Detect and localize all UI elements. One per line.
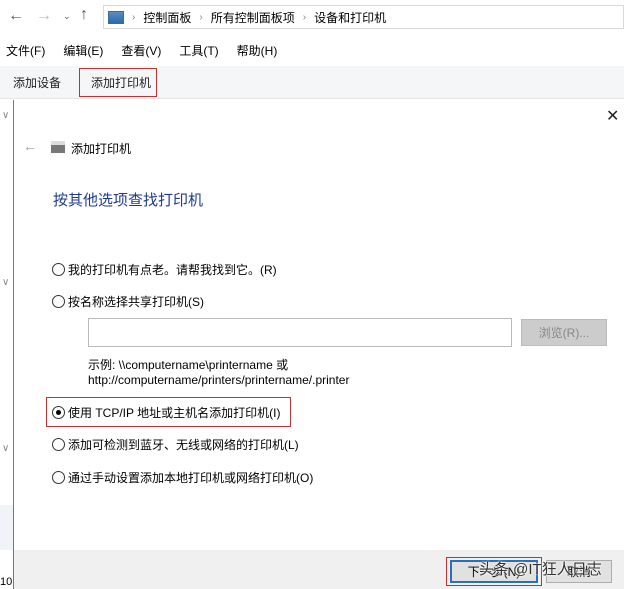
breadcrumb-separator-icon: › xyxy=(302,11,307,23)
menu-tools[interactable]: 工具(T) xyxy=(179,42,218,59)
dialog-title: 添加打印机 xyxy=(71,142,132,156)
back-icon[interactable]: ← xyxy=(8,7,24,25)
menu-file[interactable]: 文件(F) xyxy=(6,42,45,59)
add-printer-dialog: ✕ ← 添加打印机 按其他选项查找打印机 我的打印机有点老。请帮我找到它。(R)… xyxy=(13,100,624,589)
shared-printer-input[interactable] xyxy=(88,318,512,347)
radio[interactable] xyxy=(52,295,65,308)
close-icon[interactable]: ✕ xyxy=(606,106,619,126)
browse-button[interactable]: 浏览(R)... xyxy=(521,319,607,346)
address-bar[interactable]: › 控制面板 › 所有控制面板项 › 设备和打印机 xyxy=(103,5,624,29)
menu-edit[interactable]: 编辑(E) xyxy=(63,42,103,59)
back-icon[interactable]: ← xyxy=(23,138,37,154)
option-label: 添加可检测到蓝牙、无线或网络的打印机(L) xyxy=(68,438,299,452)
breadcrumb-item[interactable]: 所有控制面板项 xyxy=(211,9,295,26)
radio[interactable] xyxy=(52,263,65,276)
chevron-down-icon: ∨ xyxy=(2,277,10,288)
radio-selected[interactable] xyxy=(52,406,65,419)
up-icon[interactable]: ↑ xyxy=(80,6,88,24)
menu-bar: 文件(F) 编辑(E) 查看(V) 工具(T) 帮助(H) xyxy=(6,42,277,59)
page-heading: 按其他选项查找打印机 xyxy=(53,192,204,209)
option-tcp-ip[interactable]: 使用 TCP/IP 地址或主机名添加打印机(I) xyxy=(52,404,280,421)
example-text: http://computername/printers/printername… xyxy=(88,373,350,387)
option-shared-by-name[interactable]: 按名称选择共享打印机(S) xyxy=(52,293,204,310)
menu-help[interactable]: 帮助(H) xyxy=(237,42,278,59)
control-panel-icon xyxy=(108,10,124,24)
add-device-button[interactable]: 添加设备 xyxy=(13,74,61,91)
chevron-down-icon: ∨ xyxy=(2,110,10,121)
chevron-down-icon: ∨ xyxy=(2,443,10,454)
dialog-footer: 下一步(N) 取消 头条 @IT狂人日志 xyxy=(14,550,624,589)
breadcrumb-item[interactable]: 设备和打印机 xyxy=(314,9,386,26)
option-label: 使用 TCP/IP 地址或主机名添加打印机(I) xyxy=(68,406,281,420)
menu-view[interactable]: 查看(V) xyxy=(121,42,161,59)
forward-icon[interactable]: → xyxy=(36,7,52,25)
printer-icon xyxy=(51,141,65,153)
option-label: 通过手动设置添加本地打印机或网络打印机(O) xyxy=(68,471,314,485)
details-pane xyxy=(0,505,13,550)
option-bluetooth-wireless[interactable]: 添加可检测到蓝牙、无线或网络的打印机(L) xyxy=(52,436,299,453)
recent-dropdown-icon[interactable]: ⌄ xyxy=(63,11,71,22)
breadcrumb-item[interactable]: 控制面板 xyxy=(143,9,191,26)
watermark: 头条 @IT狂人日志 xyxy=(479,561,602,578)
option-old-printer[interactable]: 我的打印机有点老。请帮我找到它。(R) xyxy=(52,261,277,278)
radio[interactable] xyxy=(52,438,65,451)
breadcrumb-separator-icon: › xyxy=(132,11,136,23)
example-text: 示例: \\computername\printername 或 xyxy=(88,358,289,372)
radio[interactable] xyxy=(52,471,65,484)
option-label: 我的打印机有点老。请帮我找到它。(R) xyxy=(68,263,277,277)
option-manual-local[interactable]: 通过手动设置添加本地打印机或网络打印机(O) xyxy=(52,469,313,486)
add-printer-button[interactable]: 添加打印机 xyxy=(91,74,151,91)
item-count: 10 xyxy=(0,576,13,588)
breadcrumb-separator-icon: › xyxy=(199,11,203,23)
option-label: 按名称选择共享打印机(S) xyxy=(68,295,204,309)
